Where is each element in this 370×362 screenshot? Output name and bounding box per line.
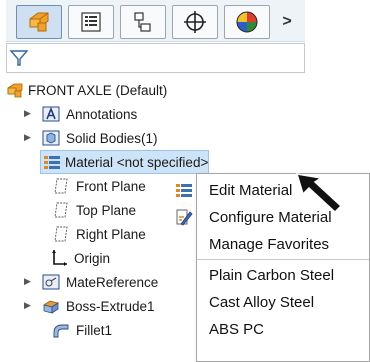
menu-item-label: Edit Material: [209, 181, 293, 199]
property-manager-tab[interactable]: [68, 5, 114, 39]
configure-material-icon: [176, 209, 193, 226]
expand-arrow-icon[interactable]: ▶: [24, 300, 31, 311]
dimxpert-manager-tab[interactable]: [172, 5, 218, 39]
tree-item-label: Fillet1: [76, 322, 113, 338]
menu-item-plain-carbon-steel[interactable]: Plain Carbon Steel: [197, 262, 369, 288]
menu-item-abs-pc[interactable]: ABS PC: [197, 316, 369, 342]
fillet-icon: [53, 324, 69, 338]
tree-item-fillet[interactable]: Fillet1: [52, 318, 112, 342]
tree-root[interactable]: FRONT AXLE (Default): [6, 78, 167, 102]
annotations-icon: [42, 106, 60, 122]
tree-item-material[interactable]: Material <not specified>: [40, 150, 209, 174]
display-manager-tab-icon: [236, 11, 258, 33]
tree-filter-bar[interactable]: [6, 43, 305, 73]
pointer-arrow-icon: [295, 173, 343, 212]
feature-manager-tab-icon: [29, 12, 49, 32]
menu-item-manage-favorites[interactable]: Manage Favorites: [197, 231, 369, 257]
tree-item-label: Material <not specified>: [65, 154, 209, 170]
tree-item-origin[interactable]: Origin: [50, 246, 110, 270]
tree-item-label: Solid Bodies(1): [66, 130, 158, 146]
configuration-manager-tab[interactable]: [120, 5, 166, 39]
part-icon: [7, 83, 23, 98]
menu-item-label: Manage Favorites: [209, 235, 330, 253]
expand-arrow-icon[interactable]: ▶: [24, 132, 31, 143]
tree-item-boss-extrude[interactable]: ▶ Boss-Extrude1: [24, 294, 155, 318]
tree-item-mate-reference[interactable]: ▶ MateReference: [24, 270, 158, 294]
plane-icon: [54, 178, 68, 194]
tree-item-label: Annotations: [66, 106, 138, 122]
property-manager-tab-icon: [81, 12, 101, 32]
expand-arrow-icon[interactable]: ▶: [24, 108, 31, 119]
feature-manager-tab[interactable]: [16, 5, 62, 39]
tree-item-label: Right Plane: [76, 226, 146, 242]
tree-root-label: FRONT AXLE (Default): [28, 82, 168, 98]
boss-extrude-icon: [43, 300, 59, 314]
plane-icon: [54, 202, 68, 218]
menu-item-label: Cast Alloy Steel: [209, 293, 315, 311]
tree-item-solid-bodies[interactable]: ▶ Solid Bodies(1): [24, 126, 158, 150]
material-icon: [44, 156, 60, 169]
chevron-right-icon: >: [282, 13, 292, 30]
tree-item-top-plane[interactable]: Top Plane: [52, 198, 136, 222]
display-manager-tab[interactable]: [224, 5, 270, 39]
configuration-manager-tab-icon: [134, 12, 151, 32]
menu-item-cast-alloy-steel[interactable]: Cast Alloy Steel: [197, 289, 369, 315]
menu-item-label: Plain Carbon Steel: [209, 266, 335, 284]
menu-separator: [197, 259, 369, 260]
tree-item-annotations[interactable]: ▶ Annotations: [24, 102, 137, 126]
tree-item-front-plane[interactable]: Front Plane: [52, 174, 146, 198]
dimxpert-manager-tab-icon: [184, 11, 206, 33]
plane-icon: [54, 226, 68, 242]
expand-arrow-icon[interactable]: ▶: [24, 276, 31, 287]
tree-item-right-plane[interactable]: Right Plane: [52, 222, 146, 246]
tree-item-label: MateReference: [66, 274, 159, 290]
filter-icon[interactable]: [9, 48, 29, 68]
tree-item-label: Front Plane: [76, 178, 146, 194]
edit-material-icon: [176, 184, 192, 197]
origin-icon: [52, 250, 67, 266]
manager-tab-bar: >: [6, 0, 305, 42]
tree-item-label: Top Plane: [76, 202, 137, 218]
tree-item-label: Boss-Extrude1: [66, 298, 155, 314]
tree-item-label: Origin: [74, 250, 111, 266]
feature-manager-panel: > FRONT AXLE (Default) ▶ Annotations ▶ S…: [0, 0, 370, 362]
solid-bodies-icon: [42, 130, 60, 146]
menu-item-label: ABS PC: [209, 320, 265, 338]
mate-reference-icon: [42, 274, 60, 290]
more-tabs-button[interactable]: >: [272, 5, 302, 39]
